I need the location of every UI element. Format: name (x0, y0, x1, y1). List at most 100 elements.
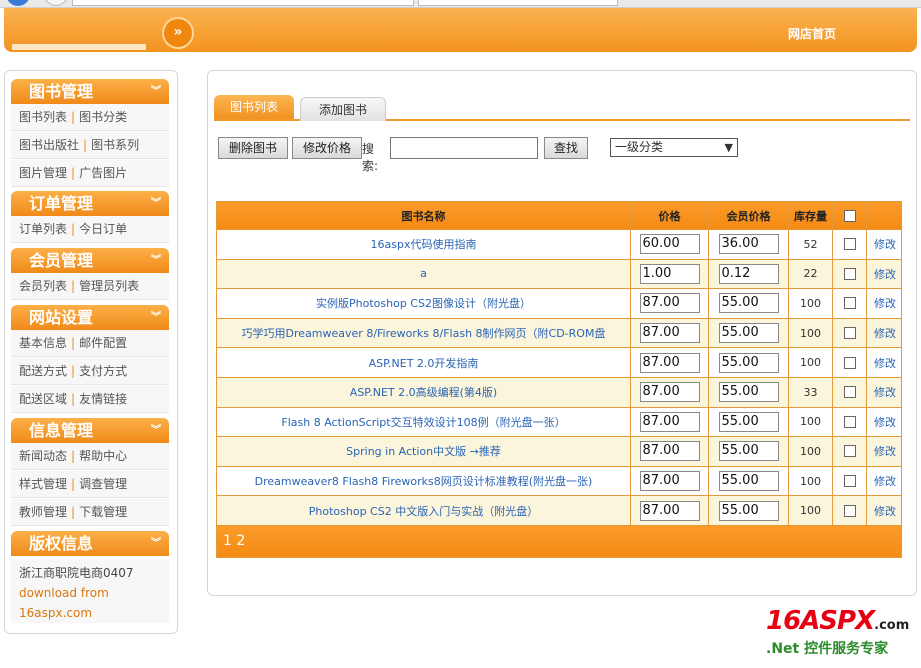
book-title-link[interactable]: 实例版Photoshop CS2图像设计（附光盘） (316, 295, 531, 311)
book-title-link[interactable]: 巧学巧用Dreamweaver 8/Fireworks 8/Flash 8制作网… (242, 325, 606, 341)
pagination-pages[interactable]: 1 2 (223, 533, 245, 549)
row-checkbox[interactable] (843, 386, 856, 399)
sidebar-link-shipping-area[interactable]: 配送区域 (19, 392, 67, 406)
price-input[interactable]: 60.00 (639, 234, 700, 255)
sidebar-link-member-list[interactable]: 会员列表 (19, 279, 67, 293)
member-price-input[interactable]: 55.00 (718, 500, 779, 521)
sidebar-link-today-orders[interactable]: 今日订单 (79, 222, 127, 236)
find-button[interactable]: 查找 (544, 137, 588, 159)
member-price-input[interactable]: 55.00 (718, 471, 779, 492)
sidebar-link-help-center[interactable]: 帮助中心 (79, 449, 127, 463)
price-input[interactable]: 87.00 (639, 352, 700, 373)
section-header-info-management[interactable]: 信息管理 ︾ (11, 418, 169, 443)
row-checkbox[interactable] (843, 297, 856, 310)
sidebar-link-admin-list[interactable]: 管理员列表 (79, 279, 139, 293)
book-title-link[interactable]: Photoshop CS2 中文版入门与实战（附光盘） (309, 503, 538, 519)
forward-button[interactable] (44, 0, 68, 6)
home-link[interactable]: 网店首页 (788, 25, 836, 42)
browser-search-box[interactable] (418, 0, 618, 6)
sidebar-link-teacher-management[interactable]: 教师管理 (19, 505, 67, 519)
sidebar-link-friend-links[interactable]: 友情链接 (79, 392, 127, 406)
member-price-input[interactable]: 36.00 (718, 234, 779, 255)
price-input[interactable]: 87.00 (639, 441, 700, 462)
member-price-input[interactable]: 55.00 (718, 293, 779, 314)
edit-link[interactable]: 修改 (874, 384, 896, 400)
edit-link[interactable]: 修改 (874, 355, 896, 371)
edit-link[interactable]: 修改 (874, 266, 896, 282)
sidebar-link-style-management[interactable]: 样式管理 (19, 477, 67, 491)
edit-link[interactable]: 修改 (874, 295, 896, 311)
section-header-site-settings[interactable]: 网站设置 ︾ (11, 305, 169, 330)
sidebar-link-ad-images[interactable]: 广告图片 (79, 166, 127, 180)
edit-link[interactable]: 修改 (874, 443, 896, 459)
sidebar-link-basic-info[interactable]: 基本信息 (19, 336, 67, 350)
price-input[interactable]: 87.00 (639, 471, 700, 492)
row-checkbox[interactable] (843, 504, 856, 517)
search-input[interactable] (390, 137, 538, 159)
sidebar-link-publisher[interactable]: 图书出版社 (19, 138, 79, 152)
member-price-input[interactable]: 55.00 (718, 411, 779, 432)
category-select[interactable]: 一级分类 ▼ (610, 138, 738, 157)
section-header-book-management[interactable]: 图书管理 ︾ (11, 79, 169, 104)
edit-price-button[interactable]: 修改价格 (292, 137, 362, 159)
sidebar-link-payment-method[interactable]: 支付方式 (79, 364, 127, 378)
sidebar-link-survey-management[interactable]: 调查管理 (79, 477, 127, 491)
row-checkbox[interactable] (843, 238, 856, 251)
chevron-down-icon[interactable]: ︾ (151, 79, 161, 104)
sidebar-link-order-list[interactable]: 订单列表 (19, 222, 67, 236)
sidebar-link-news[interactable]: 新闻动态 (19, 449, 67, 463)
sidebar-link-download-management[interactable]: 下载管理 (79, 505, 127, 519)
price-input[interactable]: 87.00 (639, 411, 700, 432)
book-title-link[interactable]: Spring in Action中文版 →推荐 (346, 443, 501, 459)
sidebar-link-image-management[interactable]: 图片管理 (19, 166, 67, 180)
price-input[interactable]: 1.00 (639, 263, 700, 284)
edit-link[interactable]: 修改 (874, 236, 896, 252)
chevron-down-icon[interactable]: ▼ (725, 139, 733, 156)
edit-link[interactable]: 修改 (874, 503, 896, 519)
header-active-tab[interactable] (12, 44, 146, 50)
back-button[interactable] (6, 0, 30, 6)
sidebar-link-book-list[interactable]: 图书列表 (19, 110, 67, 124)
book-title-link[interactable]: Dreamweaver8 Flash8 Fireworks8网页设计标准教程(附… (255, 473, 593, 489)
row-checkbox[interactable] (843, 475, 856, 488)
sidebar-link-mail-config[interactable]: 邮件配置 (79, 336, 127, 350)
member-price-input[interactable]: 55.00 (718, 323, 779, 344)
row-checkbox[interactable] (843, 415, 856, 428)
price-input[interactable]: 87.00 (639, 500, 700, 521)
delete-book-button[interactable]: 删除图书 (218, 137, 288, 159)
tab-book-list[interactable]: 图书列表 (214, 95, 294, 119)
edit-link[interactable]: 修改 (874, 414, 896, 430)
price-input[interactable]: 87.00 (639, 382, 700, 403)
tab-add-book[interactable]: 添加图书 (300, 97, 386, 121)
sidebar-link-book-series[interactable]: 图书系列 (91, 138, 139, 152)
chevron-down-icon[interactable]: ︾ (151, 305, 161, 330)
address-bar[interactable] (72, 0, 414, 6)
book-title-link[interactable]: a (420, 267, 427, 280)
sidebar-link-shipping-method[interactable]: 配送方式 (19, 364, 67, 378)
book-title-link[interactable]: ASP.NET 2.0开发指南 (369, 355, 479, 371)
member-price-input[interactable]: 55.00 (718, 352, 779, 373)
sidebar-link-book-category[interactable]: 图书分类 (79, 110, 127, 124)
row-checkbox[interactable] (843, 327, 856, 340)
book-title-link[interactable]: Flash 8 ActionScript交互特效设计108例（附光盘一张） (281, 414, 565, 430)
select-all-checkbox[interactable] (843, 209, 856, 222)
member-price-input[interactable]: 55.00 (718, 382, 779, 403)
member-price-input[interactable]: 55.00 (718, 441, 779, 462)
double-chevron-right-icon[interactable]: » (162, 17, 194, 49)
row-checkbox[interactable] (843, 445, 856, 458)
member-price-input[interactable]: 0.12 (718, 263, 779, 284)
edit-link[interactable]: 修改 (874, 473, 896, 489)
book-title-link[interactable]: 16aspx代码使用指南 (371, 236, 477, 252)
row-checkbox[interactable] (843, 356, 856, 369)
price-input[interactable]: 87.00 (639, 323, 700, 344)
row-checkbox[interactable] (843, 267, 856, 280)
chevron-down-icon[interactable]: ︾ (151, 418, 161, 443)
chevron-down-icon[interactable]: ︾ (151, 191, 161, 216)
chevron-down-icon[interactable]: ︾ (151, 248, 161, 273)
book-title-link[interactable]: ASP.NET 2.0高级编程(第4版) (350, 384, 497, 400)
copyright-site-link[interactable]: 16aspx.com (19, 603, 161, 623)
section-header-copyright[interactable]: 版权信息 ︾ (11, 531, 169, 556)
edit-link[interactable]: 修改 (874, 325, 896, 341)
price-input[interactable]: 87.00 (639, 293, 700, 314)
chevron-down-icon[interactable]: ︾ (151, 531, 161, 556)
